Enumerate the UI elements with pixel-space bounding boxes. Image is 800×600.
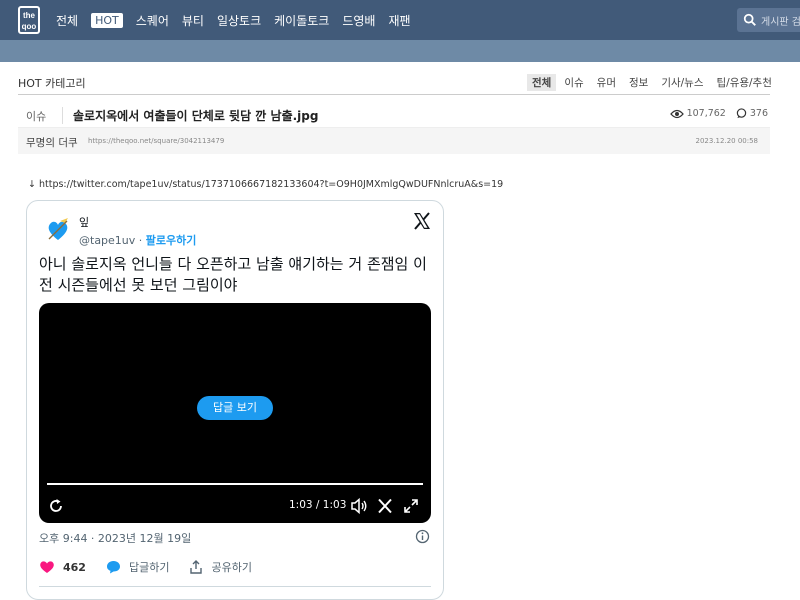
x-logo-icon[interactable] [412,211,432,231]
nav-item-beauty[interactable]: 뷰티 [182,12,204,29]
post-date: 2023.12.20 00:58 [695,137,758,145]
nav-item-kidol-talk[interactable]: 케이돌토크 [274,12,329,29]
tab-tips[interactable]: 팁/유용/추천 [712,74,777,91]
search-placeholder: 게시판 검 [761,16,800,28]
tweet-actions: 462 답글하기 공유하기 [39,559,272,575]
reply-label: 답글하기 [128,561,170,574]
share-label: 공유하기 [211,561,252,574]
tweet-author-name[interactable]: 잎 [79,214,89,230]
search-icon [743,13,756,26]
volume-icon[interactable] [350,497,368,515]
heart-icon [40,561,54,573]
post-stats: 107,762 376 [669,108,768,119]
comment-icon [736,108,747,119]
tweet-timestamp[interactable]: 오후 9:44 · 2023년 12월 19일 [39,530,191,546]
info-icon[interactable] [415,529,430,544]
sub-navigation-bar [0,40,800,62]
comment-count: 376 [749,108,768,119]
top-navigation: the qoo 전체 HOT 스퀘어 뷰티 일상토크 케이돌토크 드영배 재팬 … [0,0,800,40]
post-header: 이슈 솔로지옥에서 여출들이 단체로 뒷담 깐 남출.jpg 107,762 3… [18,102,770,128]
reply-button[interactable]: 답글하기 [106,559,169,575]
tab-news[interactable]: 기사/뉴스 [656,74,708,91]
category-tabs: 전체 이슈 유머 정보 기사/뉴스 팁/유용/추천 [524,74,777,91]
nav-item-all[interactable]: 전체 [56,12,78,29]
speech-bubble-icon [106,561,120,574]
view-count: 107,762 [686,108,726,119]
embedded-tweet: 잎 @tape1uv · 팔로우하기 아니 솔로지옥 언니들 다 오픈하고 남출… [26,200,444,600]
site-logo[interactable]: the qoo [18,6,40,34]
search-input[interactable]: 게시판 검 [737,8,800,32]
like-count: 462 [63,560,86,574]
nav-item-daily-talk[interactable]: 일상토크 [217,12,261,29]
nav-item-square[interactable]: 스퀘어 [136,12,169,29]
tweet-text: 아니 솔로지옥 언니들 다 오픈하고 남출 얘기하는 거 존잼임 이전 시즌들에… [39,255,427,294]
post-category[interactable]: 이슈 [26,108,46,124]
video-progress-bar[interactable] [47,483,423,485]
divider [39,586,431,587]
x-logo-icon[interactable] [377,498,393,514]
nav-item-hot[interactable]: HOT [91,12,123,28]
share-button[interactable]: 공유하기 [189,559,252,575]
view-replies-button[interactable]: 답글 보기 [197,396,273,420]
divider [18,94,770,95]
tweet-handle-line: @tape1uv · 팔로우하기 [79,232,196,248]
post-url[interactable]: https://theqoo.net/square/3042113479 [88,137,224,145]
tab-humor[interactable]: 유머 [592,74,621,91]
tab-info[interactable]: 정보 [624,74,653,91]
eye-icon [669,109,684,118]
avatar[interactable] [45,217,71,243]
separator-dot: · [135,234,146,247]
follow-button[interactable]: 팔로우하기 [146,234,197,247]
share-icon [190,560,203,574]
tab-issue[interactable]: 이슈 [559,74,588,91]
post-author: 무명의 더쿠 [26,137,78,149]
nav-item-drama[interactable]: 드영배 [342,12,375,29]
nav-item-japan[interactable]: 재팬 [388,12,410,29]
fullscreen-icon[interactable] [403,498,419,514]
replay-icon[interactable] [47,497,65,515]
video-player[interactable]: 답글 보기 1:03 / 1:03 [39,303,431,523]
tweet-handle[interactable]: @tape1uv [79,234,135,247]
video-controls: 1:03 / 1:03 [39,495,431,517]
logo-text: the qoo [21,11,37,31]
tweet-source-link[interactable]: ↓ https://twitter.com/tape1uv/status/173… [28,179,503,190]
post-meta: 무명의 더쿠 https://theqoo.net/square/3042113… [18,128,770,154]
category-title: HOT 카테고리 [18,77,86,90]
tab-all[interactable]: 전체 [527,74,557,91]
video-time: 1:03 / 1:03 [289,499,347,511]
nav-menu: 전체 HOT 스퀘어 뷰티 일상토크 케이돌토크 드영배 재팬 [56,0,424,40]
like-button[interactable]: 462 [39,560,86,574]
post-title: 솔로지옥에서 여출들이 단체로 뒷담 깐 남출.jpg [62,107,318,124]
